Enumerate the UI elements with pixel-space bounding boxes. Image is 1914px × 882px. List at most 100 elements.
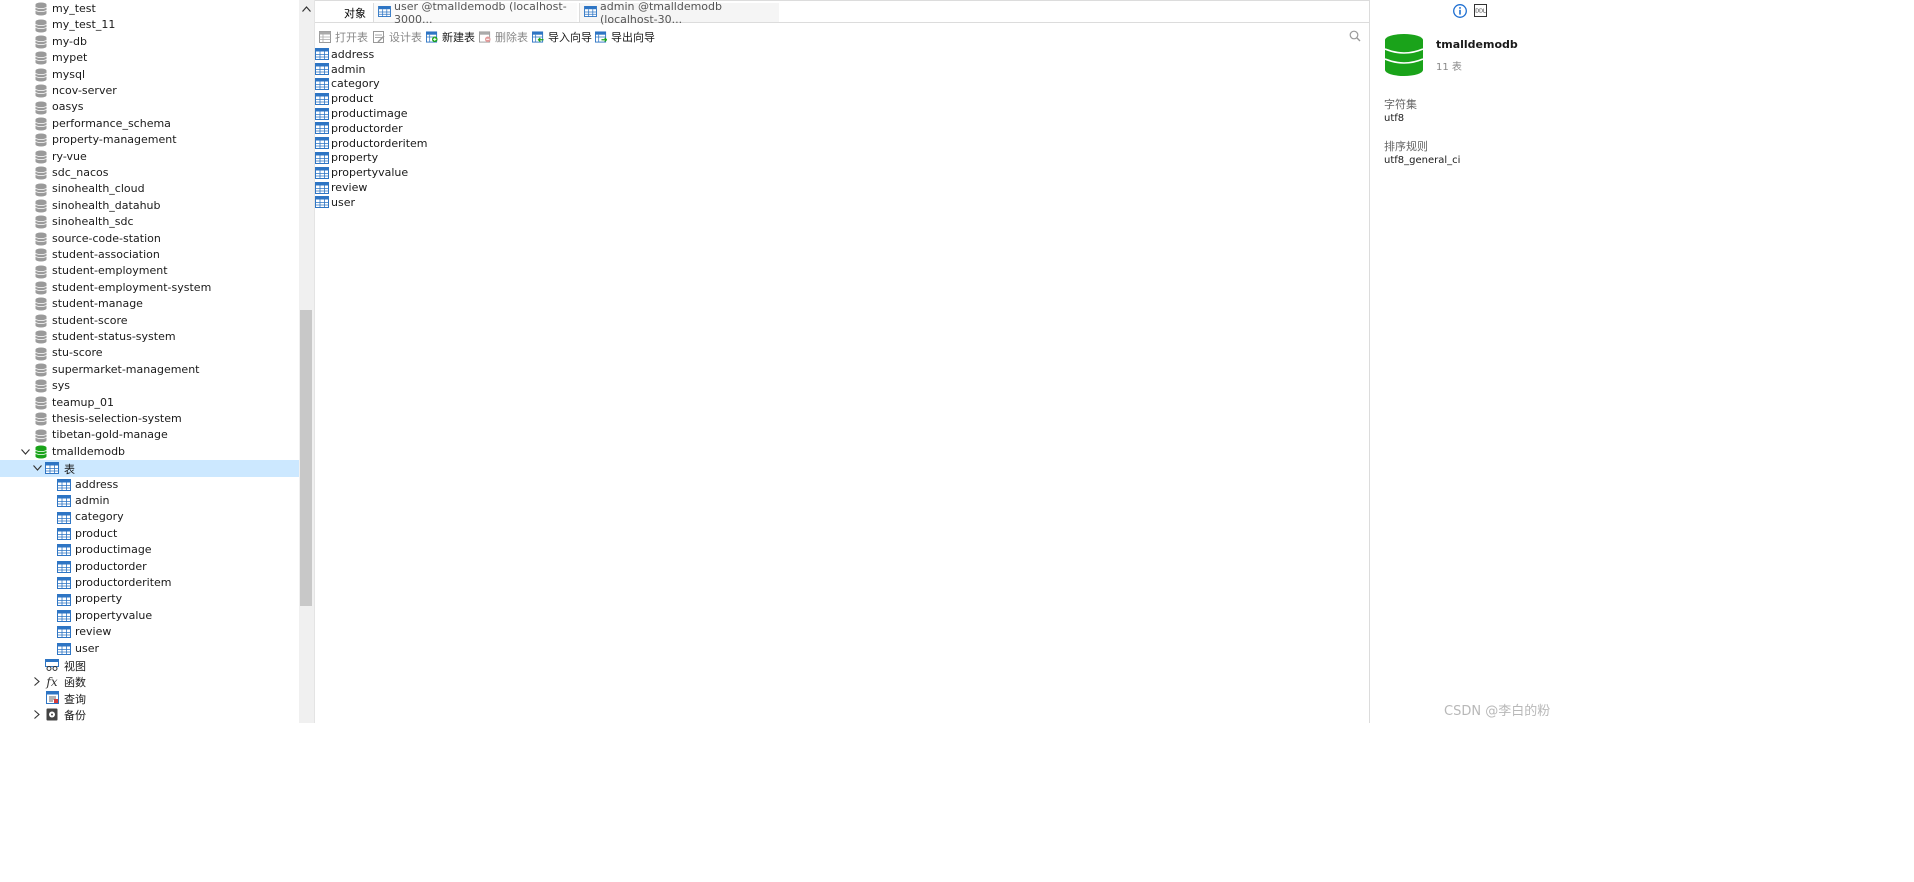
tree-db-item[interactable]: mysql [0, 67, 299, 83]
list-item-label: product [331, 92, 374, 106]
tree-table-item[interactable]: review [0, 624, 299, 640]
table-icon [57, 625, 71, 639]
tree-table-item[interactable]: category [0, 509, 299, 525]
query-icon [45, 691, 59, 705]
delete-table-button[interactable]: 删除表 [479, 29, 528, 45]
tree-table-item[interactable]: productimage [0, 542, 299, 558]
list-item[interactable]: propertyvalue [315, 165, 408, 180]
tree-label: my-db [52, 34, 87, 48]
list-item-label: productimage [331, 107, 408, 121]
open-table-label: 打开表 [335, 31, 368, 44]
tree-db-item[interactable]: sdc_nacos [0, 165, 299, 181]
database-icon [34, 232, 48, 246]
scroll-up-arrow-icon[interactable] [302, 6, 311, 12]
tree-views-node[interactable]: 视图 [0, 657, 299, 673]
tree-db-item[interactable]: ncov-server [0, 83, 299, 99]
charset-label: 字符集 [1384, 98, 1417, 111]
chevron-down-icon[interactable] [32, 463, 42, 473]
database-icon [34, 84, 48, 98]
tree-db-item[interactable]: student-employment-system [0, 280, 299, 296]
tree-db-item[interactable]: teamup_01 [0, 395, 299, 411]
tree-db-item[interactable]: sinohealth_cloud [0, 181, 299, 197]
database-icon [34, 199, 48, 213]
tree-db-item-tmalldemodb[interactable]: tmalldemodb [0, 444, 299, 460]
tree-db-item[interactable]: student-status-system [0, 329, 299, 345]
tree-table-item[interactable]: product [0, 526, 299, 542]
tree-label: my_test_11 [52, 18, 116, 32]
tree-db-item[interactable]: student-employment [0, 263, 299, 279]
tree-label: supermarket-management [52, 362, 200, 376]
tree-db-item[interactable]: mypet [0, 50, 299, 66]
tree-label: thesis-selection-system [52, 412, 182, 425]
ddl-icon[interactable]: DDL [1474, 4, 1487, 20]
tree-functions-node[interactable]: fx 函数 [0, 673, 299, 689]
object-toolbar: 打开表 设计表 新建表 删除表 导入向导 导出向导 [315, 26, 1370, 46]
tab-user-table[interactable]: user @tmalldemodb (localhost-3000... [373, 0, 577, 26]
tree-label: stu-score [52, 346, 103, 360]
tree-table-item[interactable]: user [0, 641, 299, 657]
tree-label: propertyvalue [75, 608, 153, 622]
tree-db-item[interactable]: sinohealth_datahub [0, 198, 299, 214]
list-item[interactable]: productimage [315, 106, 408, 121]
list-item[interactable]: productorder [315, 121, 403, 136]
tree-db-item[interactable]: source-code-station [0, 231, 299, 247]
list-item[interactable]: property [315, 151, 378, 166]
tree-db-item[interactable]: tibetan-gold-manage [0, 427, 299, 443]
new-table-button[interactable]: 新建表 [426, 29, 475, 45]
chevron-right-icon[interactable] [32, 677, 42, 687]
tree-table-item[interactable]: property [0, 591, 299, 607]
tree-label: student-association [52, 248, 160, 261]
tree-db-item[interactable]: property-management [0, 132, 299, 148]
tree-table-item[interactable]: productorderitem [0, 575, 299, 591]
tree-db-item[interactable]: ry-vue [0, 149, 299, 165]
open-table-button[interactable]: 打开表 [319, 29, 368, 45]
info-icon[interactable] [1453, 4, 1467, 21]
table-icon [315, 121, 329, 135]
table-icon [57, 478, 71, 492]
tree-tables-node[interactable]: 表 [0, 460, 299, 477]
tree-label: productorderitem [75, 576, 172, 589]
search-icon[interactable] [1349, 30, 1363, 44]
list-item-label: admin [331, 62, 366, 76]
tab-admin-table[interactable]: admin @tmalldemodb (localhost-30... [579, 0, 779, 26]
chevron-right-icon[interactable] [32, 709, 42, 719]
import-wizard-button[interactable]: 导入向导 [532, 29, 592, 45]
tree-db-item[interactable]: my_test [0, 1, 299, 17]
list-item[interactable]: review [315, 180, 367, 195]
database-icon [34, 117, 48, 131]
new-table-label: 新建表 [442, 31, 475, 44]
tab-label: admin @tmalldemodb (localhost-30... [600, 0, 723, 26]
tree-table-item[interactable]: admin [0, 493, 299, 509]
tree-db-item[interactable]: student-manage [0, 296, 299, 312]
tree-db-item[interactable]: oasys [0, 99, 299, 115]
tree-db-item[interactable]: sinohealth_sdc [0, 214, 299, 230]
tree-db-item[interactable]: stu-score [0, 345, 299, 361]
tree-db-item[interactable]: supermarket-management [0, 362, 299, 378]
list-item[interactable]: admin [315, 62, 365, 77]
tree-table-item[interactable]: address [0, 477, 299, 493]
list-item[interactable]: address [315, 47, 374, 62]
database-icon [34, 19, 48, 33]
database-icon [34, 215, 48, 229]
tree-table-item[interactable]: propertyvalue [0, 608, 299, 624]
list-item[interactable]: category [315, 77, 380, 92]
tree-db-item[interactable]: student-score [0, 313, 299, 329]
design-table-button[interactable]: 设计表 [373, 29, 422, 45]
tree-db-item[interactable]: my_test_11 [0, 17, 299, 33]
chevron-down-icon[interactable] [20, 447, 30, 457]
export-wizard-button[interactable]: 导出向导 [595, 29, 655, 45]
watermark: CSDN @李白的粉 [1444, 704, 1551, 719]
tree-db-item[interactable]: thesis-selection-system [0, 411, 299, 427]
list-item[interactable]: productorderitem [315, 136, 428, 151]
tree-db-item[interactable]: student-association [0, 247, 299, 263]
tree-db-item[interactable]: performance_schema [0, 116, 299, 132]
list-item[interactable]: user [315, 195, 355, 210]
tree-label: property [75, 592, 123, 606]
tree-queries-node[interactable]: 查询 [0, 690, 299, 706]
tree-db-item[interactable]: sys [0, 378, 299, 394]
sidebar-scroll-thumb[interactable] [300, 310, 312, 606]
list-item[interactable]: product [315, 91, 373, 106]
tree-backups-node[interactable]: 备份 [0, 706, 299, 722]
tree-db-item[interactable]: my-db [0, 34, 299, 50]
tree-table-item[interactable]: productorder [0, 559, 299, 575]
